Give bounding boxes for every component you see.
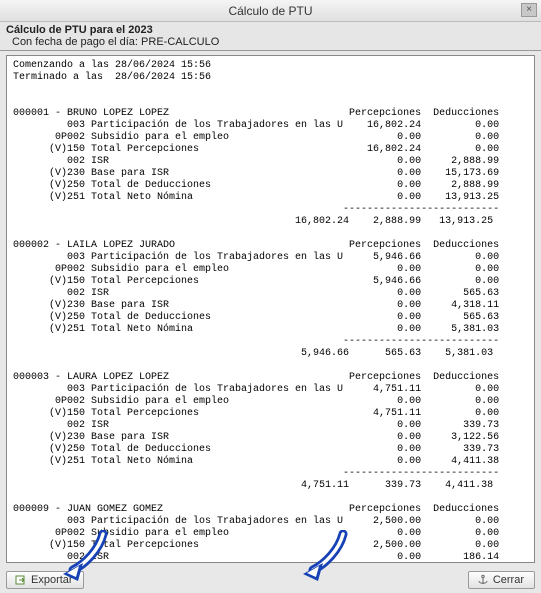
export-button[interactable]: Exportar	[6, 571, 84, 589]
anchor-icon	[477, 574, 489, 586]
title-bar: Cálculo de PTU ×	[0, 0, 541, 22]
report-header: Cálculo de PTU para el 2023 Con fecha de…	[0, 22, 541, 51]
close-button[interactable]: Cerrar	[468, 571, 535, 589]
window-title: Cálculo de PTU	[228, 4, 312, 18]
report-textarea[interactable]: Comenzando a las 28/06/2024 15:56 Termin…	[6, 55, 535, 563]
header-line1: Cálculo de PTU para el 2023	[6, 24, 535, 36]
header-line2: Con fecha de pago el día: PRE-CALCULO	[6, 36, 535, 48]
export-icon	[15, 574, 27, 586]
window-close-button[interactable]: ×	[521, 3, 537, 17]
report-content: Comenzando a las 28/06/2024 15:56 Termin…	[13, 60, 528, 563]
button-bar: Exportar Cerrar	[0, 567, 541, 593]
close-label: Cerrar	[493, 574, 524, 586]
export-label: Exportar	[31, 574, 73, 586]
